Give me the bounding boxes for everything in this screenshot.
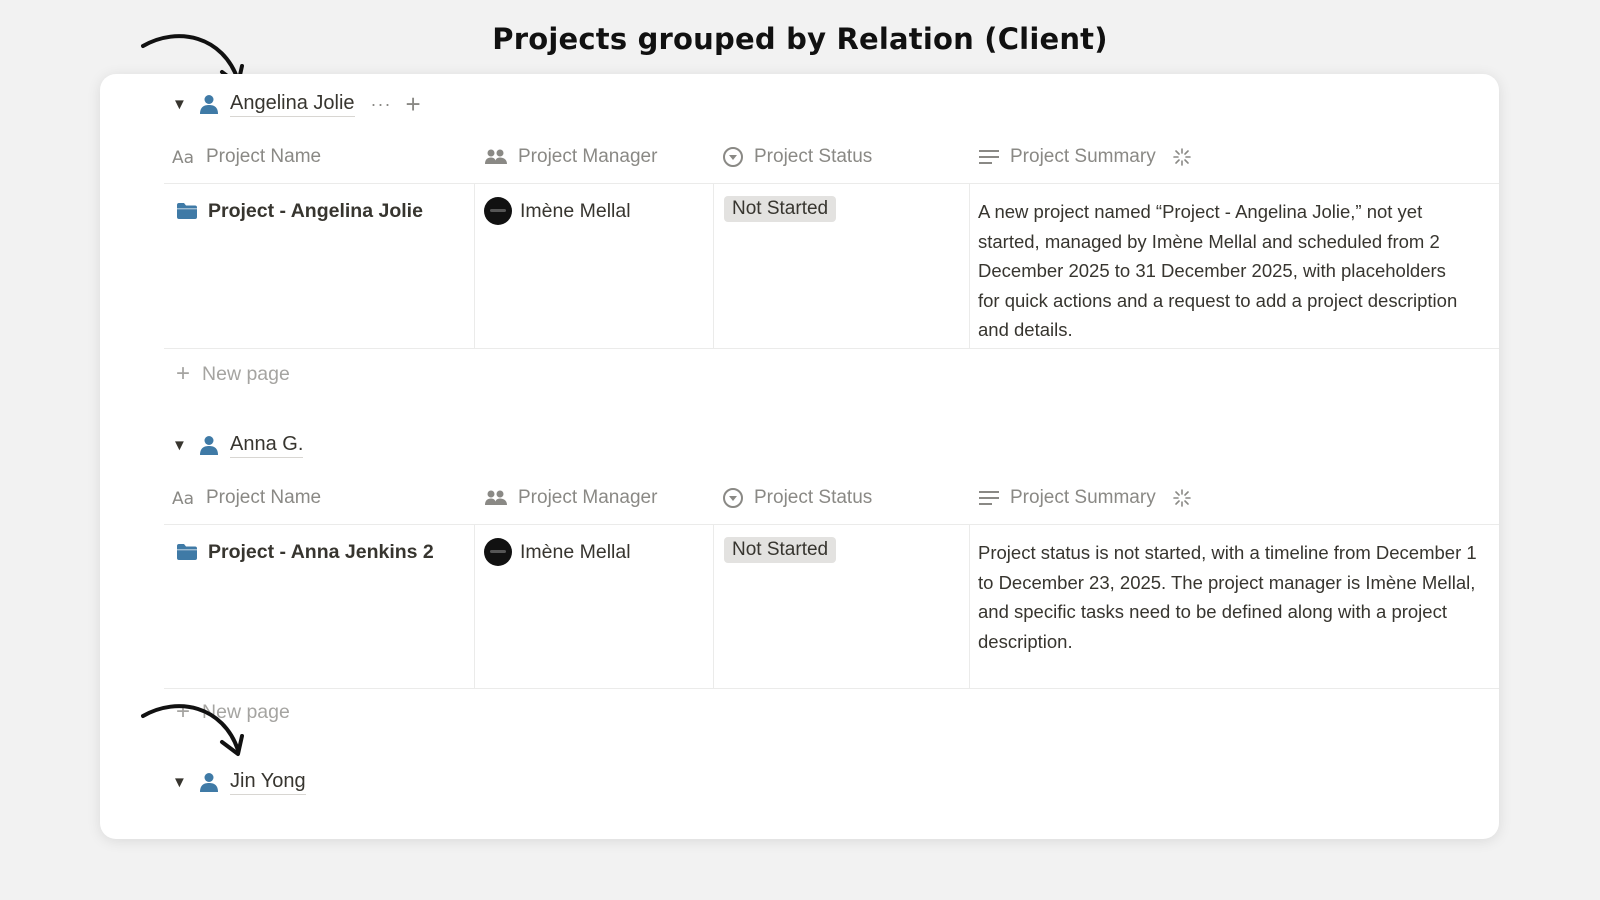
summary-cell[interactable]: A new project named “Project - Angelina …	[978, 183, 1468, 345]
status-cell[interactable]: Not Started	[724, 183, 837, 222]
collapse-caret-icon[interactable]: ▼	[172, 96, 198, 113]
lines-icon	[979, 491, 999, 505]
status-icon	[723, 147, 743, 167]
table-row[interactable]: Project - Angelina Jolie Imène Mellal No…	[164, 183, 1499, 349]
folder-icon	[177, 203, 197, 219]
collapse-caret-icon[interactable]: ▼	[172, 774, 198, 791]
col-header-name[interactable]: Aa Project Name	[172, 472, 321, 524]
avatar	[484, 197, 512, 225]
collapse-caret-icon[interactable]: ▼	[172, 437, 198, 454]
status-icon	[723, 488, 743, 508]
more-options-icon[interactable]: ···	[371, 94, 392, 115]
status-cell[interactable]: Not Started	[724, 524, 837, 563]
group-header[interactable]: ▼ Anna G.	[172, 430, 304, 460]
col-header-status[interactable]: Project Status	[722, 131, 872, 183]
group-header[interactable]: ▼ Angelina Jolie ··· +	[172, 89, 421, 119]
table-header: Aa Project Name Project Manager Project …	[164, 131, 1499, 184]
person-icon	[200, 773, 218, 792]
col-header-status[interactable]: Project Status	[722, 472, 872, 524]
col-header-name[interactable]: Aa Project Name	[172, 131, 321, 183]
people-icon	[485, 490, 507, 505]
col-header-manager[interactable]: Project Manager	[484, 131, 657, 183]
col-header-summary[interactable]: Project Summary	[978, 131, 1202, 183]
svg-text:Aa: Aa	[172, 489, 194, 507]
people-icon	[485, 149, 507, 164]
group-client-name[interactable]: Jin Yong	[230, 770, 306, 795]
status-badge: Not Started	[724, 537, 837, 563]
board-card: ▼ Angelina Jolie ··· + Aa Project Name P…	[100, 74, 1499, 839]
summary-cell[interactable]: Project status is not started, with a ti…	[978, 524, 1478, 656]
project-name-cell[interactable]: Project - Anna Jenkins 2	[176, 524, 434, 580]
folder-icon	[177, 544, 197, 560]
plus-icon: +	[176, 360, 191, 387]
ai-sparkle-icon[interactable]	[1172, 488, 1192, 508]
manager-cell[interactable]: Imène Mellal	[484, 183, 631, 239]
add-page-icon[interactable]: +	[406, 91, 421, 117]
svg-text:Aa: Aa	[172, 148, 194, 166]
table-header: Aa Project Name Project Manager Project …	[164, 472, 1499, 525]
ai-sparkle-icon[interactable]	[1172, 147, 1192, 167]
person-icon	[200, 436, 218, 455]
group-client-name[interactable]: Anna G.	[230, 433, 304, 458]
table-row[interactable]: Project - Anna Jenkins 2 Imène Mellal No…	[164, 524, 1499, 689]
group-client-name[interactable]: Angelina Jolie	[230, 92, 355, 117]
project-name-cell[interactable]: Project - Angelina Jolie	[176, 183, 423, 239]
col-header-summary[interactable]: Project Summary	[978, 472, 1202, 524]
manager-cell[interactable]: Imène Mellal	[484, 524, 631, 580]
avatar	[484, 538, 512, 566]
arrow-annotation-3	[141, 704, 244, 756]
group-header[interactable]: ▼ Jin Yong	[172, 767, 306, 797]
col-header-manager[interactable]: Project Manager	[484, 472, 657, 524]
text-property-icon: Aa	[172, 148, 194, 166]
person-icon	[200, 95, 218, 114]
text-property-icon: Aa	[172, 489, 194, 507]
lines-icon	[979, 150, 999, 164]
status-badge: Not Started	[724, 196, 837, 222]
new-page-button[interactable]: + New page	[176, 360, 290, 388]
